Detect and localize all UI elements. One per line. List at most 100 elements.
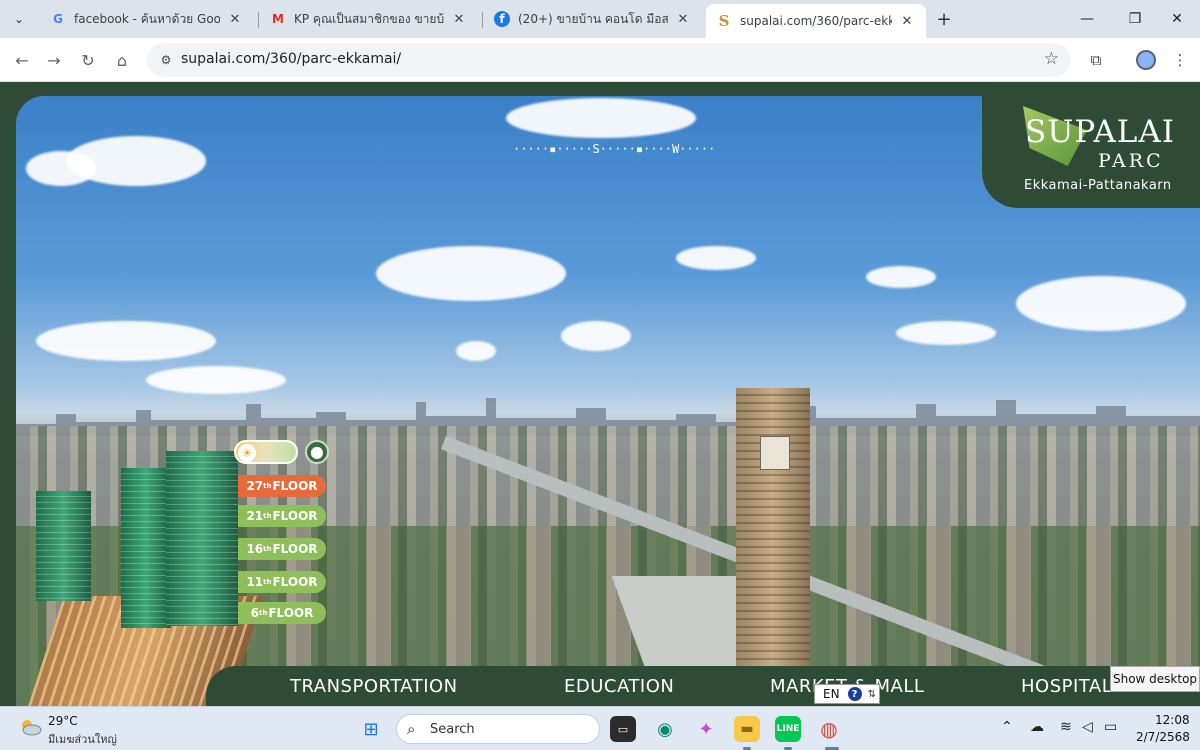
address-text[interactable]: supalai.com/360/parc-ekkamai/ xyxy=(181,51,401,67)
cloud xyxy=(561,321,631,351)
floor-suffix: th xyxy=(258,609,268,617)
floor-button-6[interactable]: 6th FLOOR xyxy=(238,602,326,624)
floor-number: 27 xyxy=(246,479,264,493)
tab-search-chevron-icon[interactable]: ⌄ xyxy=(6,6,32,32)
tab-strip: ⌄ G facebook - ค้นหาด้วย Google ✕ M KP ค… xyxy=(0,0,1200,38)
floor-suffix: th xyxy=(263,512,272,520)
tab-title: supalai.com/360/parc-ekkamai/ xyxy=(740,14,892,28)
cloud xyxy=(36,321,216,361)
language-label: EN xyxy=(823,687,840,701)
minimize-icon[interactable]: — xyxy=(1064,6,1110,32)
sun-icon: ☀ xyxy=(238,444,256,462)
tab-gmail[interactable]: M KP คุณเป็นสมาชิกของ ขายบ้าน คอนโ ✕ xyxy=(260,4,478,34)
weather-temperature[interactable]: 29°C xyxy=(48,714,78,728)
logo-location: Ekkamai-Pattanakarn xyxy=(1024,178,1172,193)
browser-toolbar: ← → ↻ ⌂ ⚙ supalai.com/360/parc-ekkamai/ … xyxy=(0,38,1200,82)
file-explorer-icon[interactable]: ▬ xyxy=(734,716,760,742)
floor-button-21[interactable]: 21th FLOOR xyxy=(238,505,326,527)
nav-hospital[interactable]: HOSPITAL xyxy=(1021,676,1112,697)
cloud xyxy=(456,341,496,361)
line-app-icon[interactable]: LINE xyxy=(775,716,801,742)
tab-separator xyxy=(482,12,483,28)
project-tower-left xyxy=(36,491,91,601)
switch-icon: ⇅ xyxy=(867,688,876,700)
supalai-favicon-icon: S xyxy=(718,12,730,30)
clock-time[interactable]: 12:08 xyxy=(1155,713,1190,727)
onedrive-cloud-icon[interactable]: ☁ xyxy=(1030,719,1044,735)
google-favicon-icon: G xyxy=(53,12,63,26)
floor-button-27[interactable]: 27th FLOOR xyxy=(238,475,326,497)
supalai-tower xyxy=(736,388,810,668)
tab-close-icon[interactable]: ✕ xyxy=(898,12,916,30)
project-tower-right xyxy=(166,451,238,626)
tab-supalai-active[interactable]: S supalai.com/360/parc-ekkamai/ ✕ xyxy=(706,4,926,38)
floor-number: 6 xyxy=(250,606,259,620)
logo-supalai: SUPALAI xyxy=(1025,114,1175,150)
cloud xyxy=(376,246,566,301)
bookmark-star-icon[interactable]: ☆ xyxy=(1044,49,1059,69)
weather-description[interactable]: มีเมฆส่วนใหญ่ xyxy=(48,730,117,748)
restore-icon[interactable]: ❐ xyxy=(1112,6,1158,32)
location-pin-icon[interactable]: ⬤ xyxy=(305,440,329,464)
tab-facebook[interactable]: f (20+) ขายบ้าน คอนโด มือสอง เจ้าขา ✕ xyxy=(484,4,702,34)
cloud xyxy=(146,366,286,394)
floor-label: FLOOR xyxy=(268,606,314,620)
volume-icon[interactable]: ◁ xyxy=(1082,719,1093,735)
floor-suffix: th xyxy=(263,545,272,553)
compass-bar: ·····▪·····S·····▪····W····· xyxy=(513,142,716,156)
taskbar: 29°C มีเมฆส่วนใหญ่ ⊞ ⌕ Search ▭ ◉ ✦ ▬ LI… xyxy=(0,706,1200,750)
reload-icon[interactable]: ↻ xyxy=(74,46,102,74)
tab-google-search[interactable]: G facebook - ค้นหาด้วย Google ✕ xyxy=(40,4,254,34)
cloud xyxy=(676,246,756,270)
nav-education[interactable]: EDUCATION xyxy=(564,676,674,697)
project-tower-middle xyxy=(121,468,171,628)
wifi-icon[interactable]: ≋ xyxy=(1060,719,1072,735)
windows-start-icon[interactable]: ⊞ xyxy=(358,716,384,742)
taskbar-search[interactable]: ⌕ Search xyxy=(396,714,600,744)
tab-close-icon[interactable]: ✕ xyxy=(674,10,692,28)
back-arrow-icon[interactable]: ← xyxy=(8,46,36,74)
logo-parc: PARC xyxy=(1098,150,1164,172)
nav-transportation[interactable]: TRANSPORTATION xyxy=(290,676,458,697)
floor-button-16[interactable]: 16th FLOOR xyxy=(238,538,326,560)
floor-label: FLOOR xyxy=(272,542,318,556)
profile-avatar[interactable] xyxy=(1132,46,1160,74)
help-icon[interactable]: ? xyxy=(847,687,862,701)
tab-title: KP คุณเป็นสมาชิกของ ขายบ้าน คอนโ xyxy=(294,11,444,26)
home-icon[interactable]: ⌂ xyxy=(108,46,136,74)
floor-button-11[interactable]: 11th FLOOR xyxy=(238,571,326,593)
poi-nav-bar: TRANSPORTATION EDUCATION MARKET & MALL H… xyxy=(206,666,1200,706)
copilot-icon[interactable]: ✦ xyxy=(693,716,719,742)
floor-label: FLOOR xyxy=(272,479,318,493)
floor-label: FLOOR xyxy=(272,509,318,523)
tab-title: facebook - ค้นหาด้วย Google xyxy=(74,11,220,26)
extensions-puzzle-icon[interactable]: ⧉ xyxy=(1082,46,1110,74)
chrome-icon[interactable]: ◍ xyxy=(816,716,842,742)
address-bar[interactable]: ⚙ supalai.com/360/parc-ekkamai/ ☆ xyxy=(147,43,1071,77)
forward-arrow-icon[interactable]: → xyxy=(40,46,68,74)
tab-separator xyxy=(258,12,259,28)
browser-menu-icon[interactable]: ⋮ xyxy=(1166,46,1194,74)
language-switcher[interactable]: EN ? ⇅ xyxy=(814,684,880,704)
tab-title: (20+) ขายบ้าน คอนโด มือสอง เจ้าขา xyxy=(518,11,668,26)
new-tab-button[interactable]: + xyxy=(932,7,956,31)
floor-number: 16 xyxy=(246,542,264,556)
tab-close-icon[interactable]: ✕ xyxy=(226,10,244,28)
tray-chevron-up-icon[interactable]: ⌃ xyxy=(1001,719,1013,735)
task-view-icon[interactable]: ▭ xyxy=(610,716,636,742)
facebook-favicon-icon: f xyxy=(494,11,510,27)
site-settings-icon[interactable]: ⚙ xyxy=(157,51,175,69)
cloud xyxy=(506,98,696,138)
edge-icon[interactable]: ◉ xyxy=(652,716,678,742)
day-night-toggle[interactable]: ☀ xyxy=(234,440,298,464)
search-label: Search xyxy=(430,722,475,737)
cloud xyxy=(896,321,996,345)
clock-date[interactable]: 2/7/2568 xyxy=(1136,730,1190,744)
floor-label: FLOOR xyxy=(272,575,318,589)
tab-close-icon[interactable]: ✕ xyxy=(450,10,468,28)
cloud xyxy=(1016,276,1186,331)
weather-cloud-icon[interactable] xyxy=(18,717,42,737)
battery-icon[interactable]: ▭ xyxy=(1104,719,1117,735)
window-close-icon[interactable]: ✕ xyxy=(1154,6,1200,32)
floor-number: 21 xyxy=(246,509,264,523)
